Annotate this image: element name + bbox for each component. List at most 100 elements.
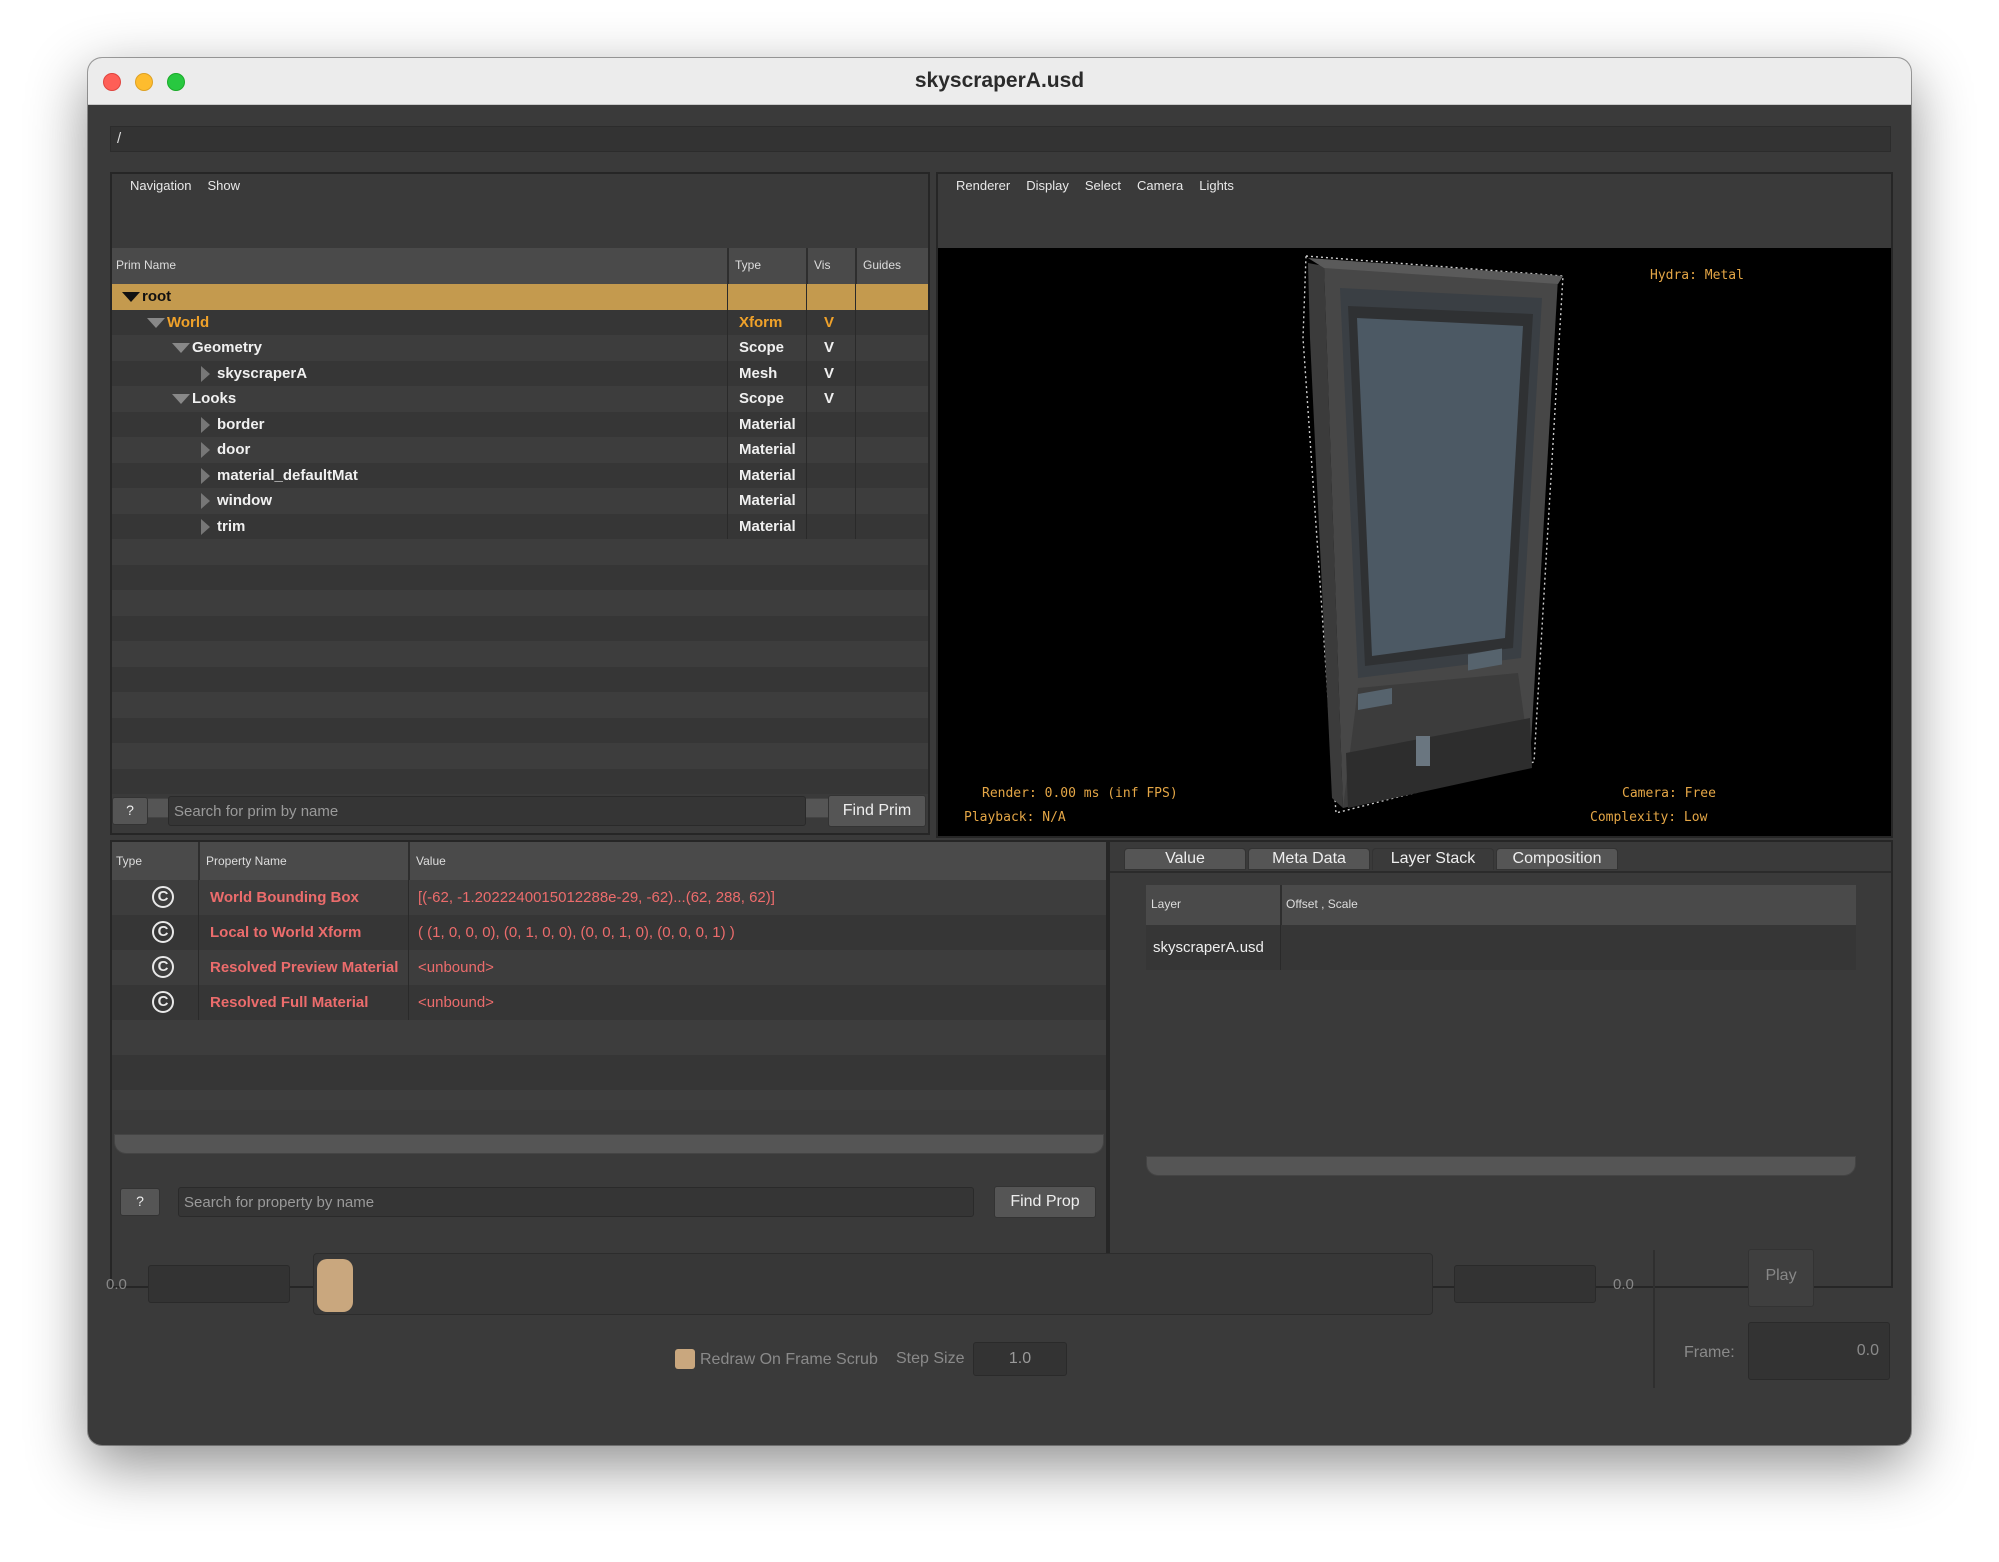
prim-visibility-toggle[interactable]: V — [824, 314, 834, 331]
prim-row[interactable]: material_defaultMat Material — [112, 462, 928, 488]
collapse-arrow-icon[interactable] — [147, 317, 165, 328]
title-bar: skyscraperA.usd — [88, 58, 1911, 105]
property-row[interactable]: C World Bounding Box [(-62, -1.20222400150… — [112, 880, 1106, 915]
empty-row — [112, 641, 928, 667]
tab-value[interactable]: Value — [1124, 848, 1246, 870]
property-scrollbar[interactable] — [114, 1134, 1104, 1154]
prim-row[interactable]: trim Material — [112, 513, 928, 539]
empty-row — [112, 564, 928, 590]
prim-help-button[interactable]: ? — [112, 797, 148, 825]
column-offset-scale[interactable]: Offset , Scale — [1286, 897, 1358, 911]
complexity-label: Complexity: Low — [1590, 810, 1708, 825]
tab-meta-data[interactable]: Meta Data — [1248, 848, 1370, 870]
column-value[interactable]: Value — [416, 854, 446, 868]
prim-visibility-toggle[interactable]: V — [824, 339, 834, 356]
prim-row[interactable]: border Material — [112, 411, 928, 437]
prim-row[interactable]: root — [112, 284, 928, 310]
expand-arrow-icon[interactable] — [201, 467, 210, 484]
frame-field[interactable]: 0.0 — [1748, 1322, 1890, 1380]
property-table-header: Type Property Name Value — [112, 842, 1106, 880]
menu-display[interactable]: Display — [1026, 178, 1069, 194]
menu-select[interactable]: Select — [1085, 178, 1121, 194]
prim-row[interactable]: window Material — [112, 488, 928, 514]
expand-arrow-icon[interactable] — [201, 493, 210, 509]
prim-type: Scope — [739, 339, 785, 356]
column-prim-name[interactable]: Prim Name — [116, 258, 176, 272]
menu-show[interactable]: Show — [207, 178, 240, 194]
prim-name: material_defaultMat — [217, 466, 358, 484]
prim-name: door — [217, 441, 251, 458]
prim-row[interactable]: World Xform V — [112, 309, 928, 335]
column-property-name[interactable]: Property Name — [206, 854, 287, 868]
column-prop-type[interactable]: Type — [116, 854, 142, 868]
empty-row — [112, 717, 928, 743]
prim-visibility-toggle[interactable]: V — [824, 365, 834, 382]
prim-menu-bar: Navigation Show — [112, 174, 928, 198]
property-name: World Bounding Box — [210, 889, 359, 906]
prim-type: Material — [739, 415, 796, 433]
property-row[interactable]: C Resolved Preview Material <unbound> — [112, 950, 1106, 985]
menu-renderer[interactable]: Renderer — [956, 178, 1010, 194]
column-guides[interactable]: Guides — [863, 258, 901, 272]
play-button[interactable]: Play — [1748, 1249, 1814, 1307]
property-help-button[interactable]: ? — [120, 1188, 160, 1216]
column-layer[interactable]: Layer — [1151, 897, 1181, 911]
end-frame-field[interactable] — [1454, 1265, 1596, 1303]
property-panel: Type Property Name Value C World Bounding… — [110, 840, 1108, 1288]
prim-name: root — [142, 288, 172, 305]
viewport-menu-bar: Renderer Display Select Camera Lights — [938, 174, 1891, 198]
property-search-input[interactable]: Search for property by name — [178, 1187, 974, 1217]
expand-arrow-icon[interactable] — [201, 518, 210, 535]
computed-property-icon: C — [152, 956, 174, 978]
prim-name: Geometry — [192, 339, 263, 356]
playback-label: Playback: N/A — [964, 810, 1066, 825]
layer-row[interactable]: skyscraperA.usd — [1146, 925, 1856, 970]
camera-label: Camera: Free — [1622, 786, 1716, 801]
property-row[interactable]: C Local to World Xform ( (1, 0, 0, 0), (0,… — [112, 915, 1106, 950]
tab-layer-stack[interactable]: Layer Stack — [1372, 848, 1494, 870]
step-size-field[interactable]: 1.0 — [973, 1342, 1067, 1376]
menu-lights[interactable]: Lights — [1199, 178, 1234, 194]
layer-stack-scrollbar[interactable] — [1146, 1156, 1856, 1176]
expand-arrow-icon[interactable] — [201, 442, 210, 458]
3d-viewport[interactable]: Hydra: Metal Render: 0.00 ms (inf FPS) P… — [938, 248, 1891, 836]
prim-type: Mesh — [739, 364, 778, 382]
prim-type: Xform — [739, 313, 783, 331]
column-vis[interactable]: Vis — [814, 258, 830, 272]
prim-row[interactable]: Looks Scope V — [112, 386, 928, 412]
collapse-arrow-icon[interactable] — [172, 394, 190, 404]
prim-row[interactable]: skyscraperA Mesh V — [112, 360, 928, 386]
skyscraper-model — [1302, 255, 1564, 814]
collapse-arrow-icon[interactable] — [172, 343, 190, 353]
find-prim-button[interactable]: Find Prim — [828, 795, 926, 827]
prim-name: World — [167, 313, 210, 331]
prim-path-field[interactable]: / — [110, 126, 1891, 152]
empty-row — [112, 1055, 1106, 1090]
empty-row — [112, 1090, 1106, 1110]
prim-row[interactable]: door Material — [112, 437, 928, 463]
empty-row — [112, 1020, 1106, 1055]
frame-slider[interactable] — [313, 1253, 1433, 1315]
redraw-on-scrub-checkbox[interactable] — [675, 1349, 695, 1369]
prim-search-input[interactable]: Search for prim by name — [168, 796, 806, 826]
expand-arrow-icon[interactable] — [201, 416, 210, 433]
property-row[interactable]: C Resolved Full Material <unbound> — [112, 985, 1106, 1020]
frame-slider-handle[interactable] — [317, 1259, 353, 1312]
expand-arrow-icon[interactable] — [201, 365, 210, 382]
empty-row — [112, 539, 928, 565]
step-size-label: Step Size — [896, 1350, 965, 1367]
menu-navigation[interactable]: Navigation — [130, 178, 191, 194]
prim-type: Material — [739, 441, 796, 458]
prim-visibility-toggle[interactable]: V — [824, 390, 834, 407]
find-prop-button[interactable]: Find Prop — [994, 1186, 1096, 1218]
start-frame-label: 0.0 — [106, 1276, 127, 1293]
column-type[interactable]: Type — [735, 258, 761, 272]
collapse-arrow-icon[interactable] — [122, 292, 140, 302]
start-frame-field[interactable] — [148, 1265, 290, 1303]
inspector-panel: Value Meta Data Layer Stack Composition Lay… — [1108, 840, 1893, 1288]
prim-name: skyscraperA — [217, 364, 308, 382]
redraw-on-scrub-label: Redraw On Frame Scrub — [700, 1351, 878, 1368]
menu-camera[interactable]: Camera — [1137, 178, 1183, 194]
tab-composition[interactable]: Composition — [1496, 848, 1618, 870]
prim-row[interactable]: Geometry Scope V — [112, 335, 928, 361]
